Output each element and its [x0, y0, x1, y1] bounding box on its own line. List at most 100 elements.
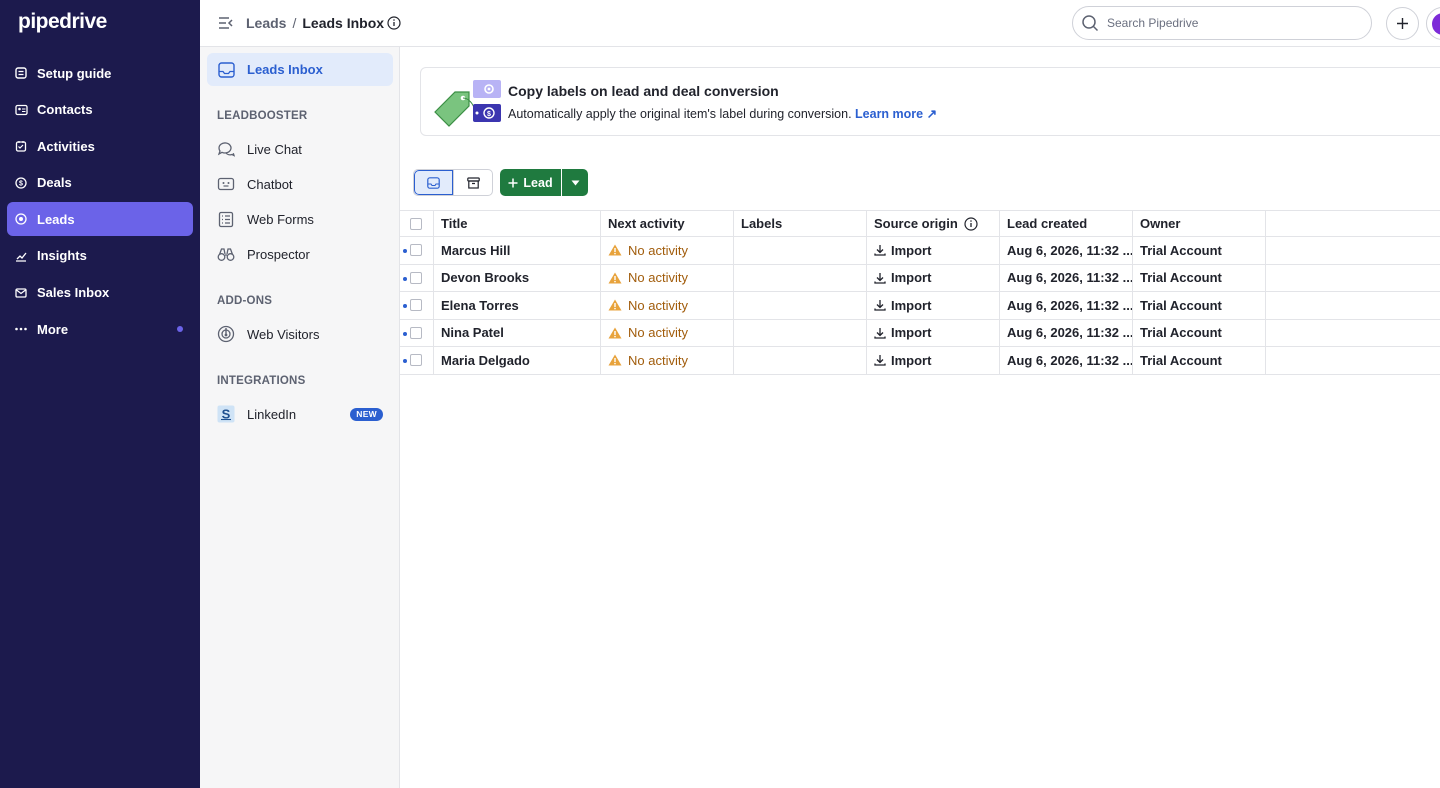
chatbot-icon — [217, 175, 235, 193]
sidebar-label: Leads Inbox — [247, 62, 323, 77]
linkedin-icon: S — [217, 405, 235, 423]
breadcrumb-separator: / — [292, 15, 297, 31]
nav-item-insights[interactable]: Insights — [7, 239, 193, 273]
cell-owner[interactable]: Trial Account — [1133, 347, 1266, 374]
cell-next-activity[interactable]: No activity — [601, 292, 734, 319]
row-checkbox[interactable] — [410, 354, 422, 367]
sidebar-item-linkedin[interactable]: S LinkedIn NEW — [217, 401, 387, 427]
table-row[interactable]: Elena Torres No activity Import Aug 6, 2… — [400, 292, 1440, 320]
sidebar-label: Prospector — [247, 246, 310, 262]
column-header-next-activity[interactable]: Next activity — [601, 211, 734, 236]
nav-item-activities[interactable]: Activities — [7, 129, 193, 163]
breadcrumb-leads[interactable]: Leads — [246, 15, 286, 31]
cell-owner[interactable]: Trial Account — [1133, 292, 1266, 319]
column-header-owner[interactable]: Owner — [1133, 211, 1266, 236]
cell-labels[interactable] — [734, 264, 867, 291]
archive-icon — [466, 176, 480, 189]
cell-source-origin: Import — [867, 237, 1000, 264]
sidebar-item-chatbot[interactable]: Chatbot — [217, 171, 387, 197]
unread-dot — [403, 249, 407, 253]
row-checkbox[interactable] — [410, 244, 422, 257]
table-row[interactable]: Nina Patel No activity Import Aug 6, 202… — [400, 319, 1440, 347]
no-activity-status: No activity — [608, 243, 688, 258]
sidebar-item-web-forms[interactable]: Web Forms — [217, 206, 387, 232]
row-checkbox[interactable] — [410, 299, 422, 312]
cell-next-activity[interactable]: No activity — [601, 319, 734, 346]
add-lead-dropdown-button[interactable] — [562, 169, 588, 196]
nav-label: Sales Inbox — [37, 285, 110, 301]
cell-lead-created: Aug 6, 2026, 11:32 ... — [1000, 347, 1133, 374]
search-input[interactable]: Search Pipedrive — [1072, 6, 1372, 40]
info-icon[interactable] — [387, 16, 401, 30]
cell-title[interactable]: Nina Patel — [434, 319, 601, 346]
table-row[interactable]: Marcus Hill No activity Import Aug 6, 20… — [400, 237, 1440, 265]
cell-owner[interactable]: Trial Account — [1133, 319, 1266, 346]
column-header-title[interactable]: Title — [434, 211, 601, 236]
column-header-lead-created[interactable]: Lead created — [1000, 211, 1133, 236]
plus-icon — [508, 178, 518, 187]
forms-icon — [217, 210, 235, 228]
cell-title[interactable]: Marcus Hill — [434, 237, 601, 264]
cell-next-activity[interactable]: No activity — [601, 347, 734, 374]
sidebar-label: LinkedIn — [247, 406, 297, 422]
cell-next-activity[interactable]: No activity — [601, 264, 734, 291]
sidebar-label: Live Chat — [247, 141, 302, 157]
cell-owner[interactable]: Trial Account — [1133, 237, 1266, 264]
avatar-image — [1432, 13, 1440, 35]
section-integrations: INTEGRATIONS — [217, 375, 306, 387]
new-badge: NEW — [350, 408, 383, 421]
cell-owner[interactable]: Trial Account — [1133, 264, 1266, 291]
row-checkbox[interactable] — [410, 271, 422, 284]
archive-view-button[interactable] — [453, 170, 492, 195]
leads-icon — [14, 212, 28, 226]
avatar[interactable] — [1426, 7, 1440, 40]
sidebar-item-prospector[interactable]: Prospector — [217, 241, 387, 267]
add-lead-button[interactable]: Lead — [500, 169, 561, 196]
pipedrive-logo[interactable]: pipedrive — [18, 10, 107, 34]
search-icon — [1082, 15, 1099, 32]
sidebar-item-live-chat[interactable]: Live Chat — [217, 136, 387, 162]
nav-item-contacts[interactable]: Contacts — [7, 93, 193, 127]
cell-title[interactable]: Devon Brooks — [434, 264, 601, 291]
table-row[interactable]: Devon Brooks No activity Import Aug 6, 2… — [400, 264, 1440, 292]
quick-add-button[interactable] — [1386, 7, 1419, 40]
cell-labels[interactable] — [734, 292, 867, 319]
labels-illustration-icon: $ — [434, 80, 501, 127]
select-all-checkbox[interactable] — [410, 217, 422, 230]
nav-item-setup-guide[interactable]: Setup guide — [7, 56, 193, 90]
nav-item-more[interactable]: More — [7, 312, 193, 346]
import-icon — [874, 272, 886, 284]
nav-item-sales-inbox[interactable]: Sales Inbox — [7, 276, 193, 310]
import-icon — [874, 300, 886, 311]
cell-filler — [1266, 292, 1440, 319]
binoculars-icon — [217, 245, 235, 263]
notification-dot — [177, 326, 183, 333]
inbox-view-button[interactable] — [414, 170, 454, 195]
table-header: Title Next activity Labels Source origin… — [400, 210, 1440, 237]
nav-label: Leads — [37, 211, 75, 227]
cell-next-activity[interactable]: No activity — [601, 237, 734, 264]
nav-item-leads[interactable]: Leads — [7, 202, 193, 237]
info-icon[interactable] — [964, 216, 978, 231]
cell-labels[interactable] — [734, 237, 867, 264]
nav-item-deals[interactable]: $ Deals — [7, 166, 193, 200]
table-row[interactable]: Maria Delgado No activity Import Aug 6, … — [400, 347, 1440, 375]
feature-banner: $ Copy labels on lead and deal conversio… — [420, 67, 1440, 136]
learn-more-link[interactable]: Learn more ↗ — [855, 107, 937, 121]
cell-title[interactable]: Maria Delgado — [434, 347, 601, 374]
warning-icon — [608, 272, 622, 284]
cell-title[interactable]: Elena Torres — [434, 292, 601, 319]
main-nav: pipedrive Setup guide Contacts Activitie… — [0, 0, 200, 788]
sidebar-label: Chatbot — [247, 176, 293, 192]
cell-labels[interactable] — [734, 319, 867, 346]
sidebar-item-leads-inbox[interactable]: Leads Inbox — [207, 53, 393, 86]
column-header-labels[interactable]: Labels — [734, 211, 867, 236]
source-import: Import — [874, 325, 931, 340]
cell-labels[interactable] — [734, 347, 867, 374]
column-header-source-origin[interactable]: Source origin — [867, 211, 1000, 236]
collapse-menu-icon[interactable] — [217, 14, 235, 32]
cell-text: No activity — [628, 270, 688, 286]
sidebar-item-web-visitors[interactable]: Web Visitors — [217, 321, 387, 347]
row-checkbox[interactable] — [410, 326, 422, 339]
section-leadbooster: LEADBOOSTER — [217, 110, 308, 122]
